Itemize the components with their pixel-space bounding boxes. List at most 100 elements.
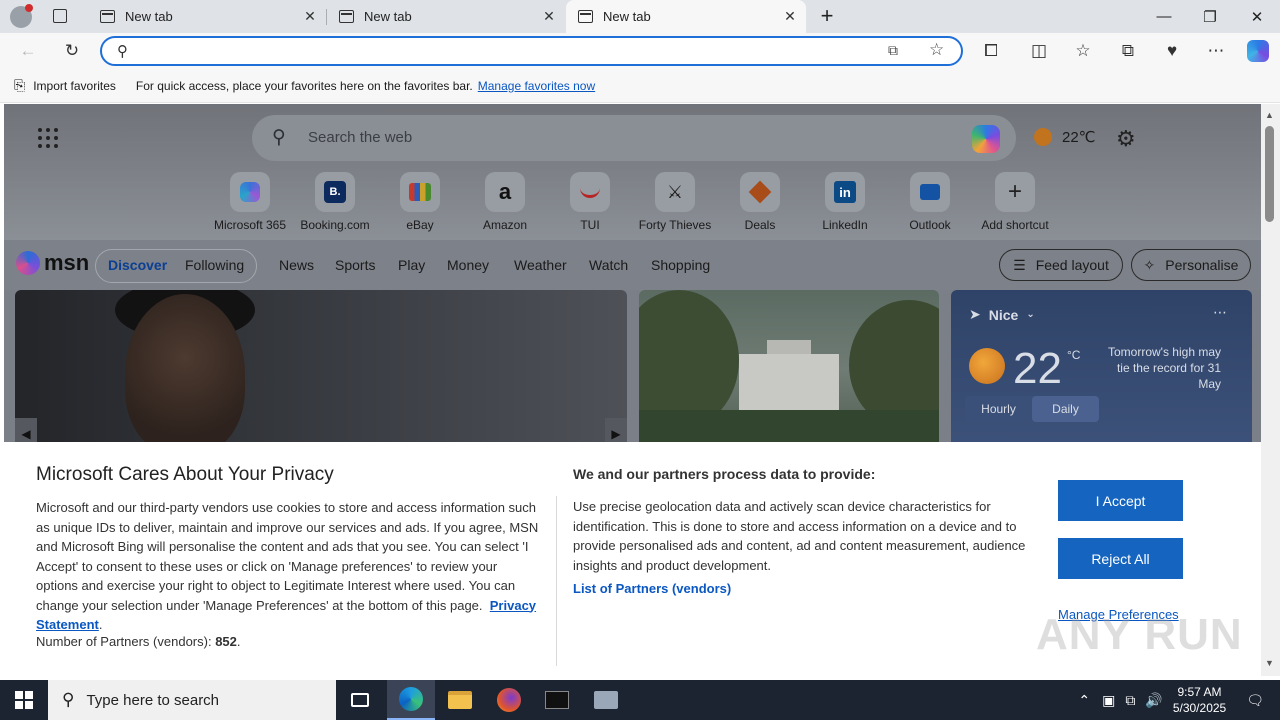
linkedin-icon: in bbox=[825, 172, 865, 212]
copilot-icon[interactable] bbox=[1243, 37, 1273, 65]
tile-deals[interactable]: Deals bbox=[720, 172, 800, 232]
sliders-icon: ☰ bbox=[1013, 256, 1026, 273]
import-favorites-button[interactable]: ⎘ Import favorites bbox=[14, 77, 116, 94]
nav-sports[interactable]: Sports bbox=[335, 257, 375, 273]
extensions-icon[interactable]: ⧠ bbox=[976, 37, 1006, 65]
scroll-thumb[interactable] bbox=[1265, 126, 1274, 222]
volume-icon[interactable]: 🔊 bbox=[1145, 692, 1162, 709]
tab-active[interactable]: New tab ✕ bbox=[566, 0, 806, 33]
data-processing-body: Use precise geolocation data and activel… bbox=[573, 499, 1026, 573]
personalise-button[interactable]: ✧ Personalise bbox=[1131, 249, 1251, 281]
tile-microsoft-365[interactable]: Microsoft 365 bbox=[210, 172, 290, 232]
msn-logo[interactable]: msn bbox=[16, 250, 89, 276]
weather-temp: 22℃ bbox=[1062, 129, 1096, 146]
tile-linkedin[interactable]: in LinkedIn bbox=[805, 172, 885, 232]
start-button[interactable] bbox=[0, 680, 48, 720]
tab[interactable]: New tab ✕ bbox=[327, 0, 565, 33]
tile-ebay[interactable]: eBay bbox=[380, 172, 460, 232]
tab[interactable]: New tab ✕ bbox=[88, 0, 326, 33]
web-search-placeholder: Search the web bbox=[308, 129, 413, 146]
minimize-button[interactable]: — bbox=[1141, 0, 1187, 33]
address-input[interactable] bbox=[140, 42, 880, 62]
favorites-icon[interactable]: ☆ bbox=[1068, 37, 1098, 65]
tile-forty-thieves[interactable]: ⚔ Forty Thieves bbox=[635, 172, 715, 232]
weather-note: Tomorrow's high may tie the record for 3… bbox=[1108, 345, 1221, 391]
clock[interactable]: 9:57 AM 5/30/2025 bbox=[1173, 684, 1226, 716]
copilot-icon[interactable] bbox=[972, 125, 1000, 153]
weather-widget[interactable]: 22℃ bbox=[1034, 128, 1096, 146]
new-tab-button[interactable]: + bbox=[815, 3, 839, 29]
restore-button[interactable]: ❐ bbox=[1187, 0, 1233, 33]
hero-news-card[interactable]: ◀ ▶ bbox=[15, 290, 627, 450]
nav-play[interactable]: Play bbox=[398, 257, 425, 273]
network-app-icon[interactable] bbox=[582, 680, 630, 720]
nav-following[interactable]: Following bbox=[185, 257, 244, 273]
tab-hourly[interactable]: Hourly bbox=[965, 396, 1032, 422]
weather-location[interactable]: ➤ Nice ⌄ bbox=[969, 306, 1035, 323]
watermark-logo: ANY RUN bbox=[1036, 610, 1243, 659]
refresh-button[interactable]: ↻ bbox=[57, 37, 87, 65]
nav-discover[interactable]: Discover bbox=[108, 257, 167, 273]
weather-card[interactable]: ➤ Nice ⌄ ⋯ 22 °C Tomorrow's high may tie… bbox=[951, 290, 1252, 450]
tui-icon bbox=[570, 172, 610, 212]
manage-favorites-link[interactable]: Manage favorites now bbox=[478, 79, 595, 93]
performance-icon[interactable]: ♥ bbox=[1157, 37, 1187, 65]
scroll-up-icon[interactable]: ▲ bbox=[1265, 110, 1274, 120]
taskbar-search[interactable]: ⚲ Type here to search bbox=[48, 680, 336, 720]
collections-icon[interactable]: ⧉ bbox=[1113, 37, 1143, 65]
immersive-reader-icon[interactable]: ⧉ bbox=[888, 42, 898, 59]
web-search-box[interactable]: ⚲ Search the web bbox=[252, 115, 1016, 161]
top-band: ⚲ Search the web 22℃ ⚙ Microsoft 365 B. … bbox=[4, 104, 1261, 240]
settings-gear-icon[interactable]: ⚙ bbox=[1116, 126, 1136, 152]
nav-weather[interactable]: Weather bbox=[514, 257, 567, 273]
nav-watch[interactable]: Watch bbox=[589, 257, 628, 273]
edge-icon[interactable] bbox=[387, 680, 435, 720]
tab-actions-icon[interactable] bbox=[53, 9, 67, 23]
weather-card-temp: 22 bbox=[1013, 344, 1062, 393]
task-view-icon[interactable] bbox=[336, 680, 384, 720]
divider bbox=[556, 496, 557, 666]
firefox-icon[interactable] bbox=[485, 680, 533, 720]
nav-news[interactable]: News bbox=[279, 257, 314, 273]
app-launcher-icon[interactable] bbox=[38, 128, 58, 148]
sparkle-icon: ✧ bbox=[1143, 256, 1156, 273]
split-screen-icon[interactable]: ◫ bbox=[1024, 37, 1054, 65]
tile-booking[interactable]: B. Booking.com bbox=[295, 172, 375, 232]
tile-amazon[interactable]: a Amazon bbox=[465, 172, 545, 232]
profile-avatar[interactable] bbox=[10, 4, 33, 28]
tab-daily[interactable]: Daily bbox=[1032, 396, 1099, 422]
notifications-icon[interactable]: 🗨 bbox=[1246, 692, 1264, 709]
more-options-icon[interactable]: ⋯ bbox=[1201, 37, 1231, 65]
scroll-down-icon[interactable]: ▼ bbox=[1265, 658, 1274, 668]
plus-icon: + bbox=[995, 172, 1035, 212]
device-icon[interactable]: ▣ bbox=[1102, 692, 1115, 709]
tile-tui[interactable]: TUI bbox=[550, 172, 630, 232]
msn-nav-bar: msn Discover Following News Sports Play … bbox=[4, 240, 1261, 290]
scrollbar[interactable]: ▲ ▼ bbox=[1261, 104, 1280, 676]
nav-money[interactable]: Money bbox=[447, 257, 489, 273]
feed-layout-button[interactable]: ☰ Feed layout bbox=[999, 249, 1123, 281]
news-card-white-house[interactable] bbox=[639, 290, 939, 450]
tile-outlook[interactable]: Outlook bbox=[890, 172, 970, 232]
partners-list-link[interactable]: List of Partners (vendors) bbox=[573, 581, 731, 596]
terminal-icon[interactable] bbox=[533, 680, 581, 720]
close-icon[interactable]: ✕ bbox=[782, 8, 798, 25]
reject-all-button[interactable]: Reject All bbox=[1058, 538, 1183, 579]
nav-shopping[interactable]: Shopping bbox=[651, 257, 710, 273]
m365-icon bbox=[230, 172, 270, 212]
close-window-button[interactable]: ✕ bbox=[1234, 0, 1280, 33]
chevron-up-icon[interactable]: ⌃ bbox=[1078, 692, 1090, 709]
more-icon[interactable]: ⋯ bbox=[1213, 304, 1227, 321]
close-icon[interactable]: ✕ bbox=[302, 8, 318, 25]
address-bar[interactable]: ⚲ ⧉ ☆ bbox=[100, 36, 963, 66]
msn-butterfly-icon bbox=[16, 251, 40, 275]
tile-add-shortcut[interactable]: + Add shortcut bbox=[975, 172, 1055, 232]
accept-button[interactable]: I Accept bbox=[1058, 480, 1183, 521]
taskbar: ⚲ Type here to search ⌃ ▣ ⧉ 🔊 9:57 AM 5/… bbox=[0, 680, 1280, 720]
search-icon: ⚲ bbox=[62, 690, 75, 709]
close-icon[interactable]: ✕ bbox=[541, 8, 557, 25]
back-button[interactable]: ← bbox=[13, 37, 43, 65]
network-icon[interactable]: ⧉ bbox=[1125, 692, 1135, 709]
favorite-star-icon[interactable]: ☆ bbox=[929, 40, 944, 60]
file-explorer-icon[interactable] bbox=[436, 680, 484, 720]
